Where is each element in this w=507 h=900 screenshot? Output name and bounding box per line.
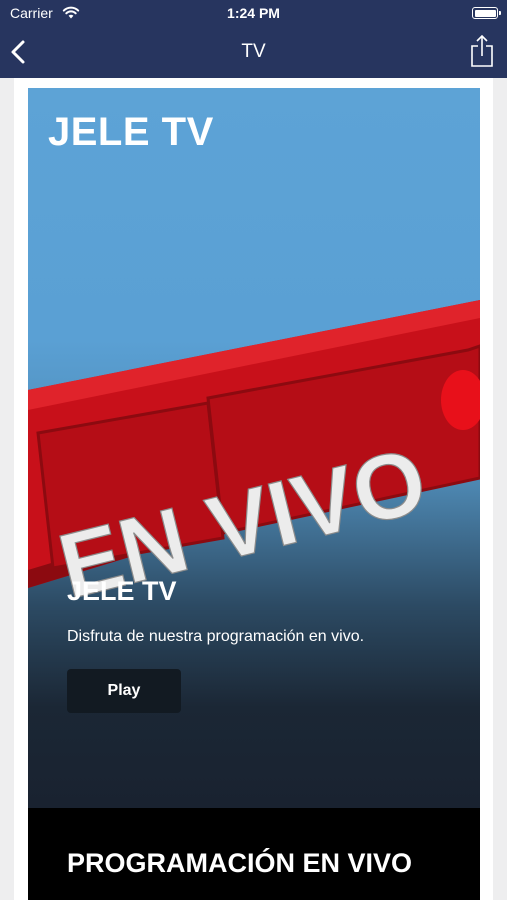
share-icon[interactable] (469, 34, 495, 68)
navigation-bar: TV (0, 28, 507, 78)
section-title: PROGRAMACIÓN EN VIVO (67, 848, 413, 878)
hero-description: Disfruta de nuestra programación en vivo… (67, 628, 365, 645)
hero-title: JELE TV (67, 576, 177, 606)
status-bar: Carrier 1:24 PM (0, 0, 507, 28)
play-button[interactable]: Play (67, 669, 181, 713)
en-vivo-banner: EN VIVO (28, 300, 480, 608)
clock: 1:24 PM (227, 5, 280, 21)
battery-icon (472, 7, 501, 19)
page-title: TV (241, 41, 266, 62)
hero-logo-text: JELE TV (48, 110, 214, 154)
hero-card: JELE TV EN VIVO JELE TV Disfruta de nues… (28, 88, 480, 808)
programming-section: PROGRAMACIÓN EN VIVO (28, 808, 480, 900)
top-bar: Carrier 1:24 PM TV (0, 0, 507, 78)
content-area: JELE TV EN VIVO JELE TV Disfruta de nues… (14, 78, 493, 900)
